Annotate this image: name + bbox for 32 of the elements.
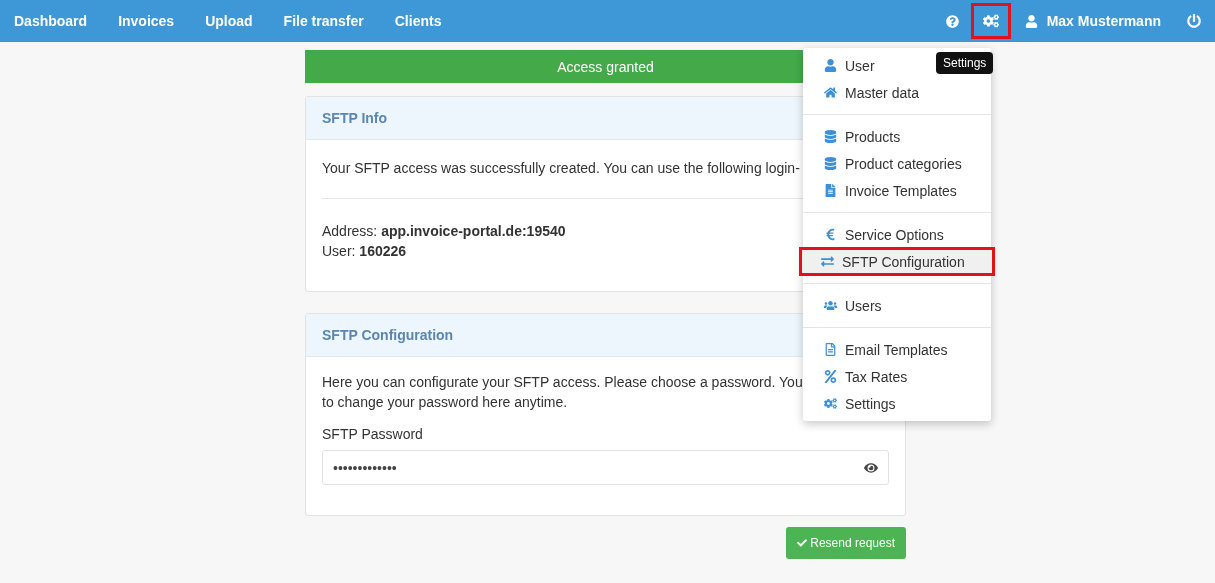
users-icon xyxy=(823,299,837,312)
user-icon xyxy=(1024,14,1038,28)
address-line: Address: app.invoice-portal.de:19540 xyxy=(322,222,566,241)
euro-icon xyxy=(823,228,837,241)
eye-icon[interactable] xyxy=(864,460,878,475)
menu-item[interactable]: Tax Rates xyxy=(803,363,928,390)
home-icon xyxy=(823,86,837,99)
database-icon xyxy=(823,130,837,143)
user-line: User: 160226 xyxy=(322,242,407,261)
gears-icon xyxy=(823,397,837,410)
menu-item[interactable]: SFTP Configuration xyxy=(800,248,994,275)
power-icon[interactable] xyxy=(1187,14,1201,28)
tooltip: Settings xyxy=(936,52,994,74)
menu-item[interactable]: Service Options xyxy=(803,221,964,248)
check-icon xyxy=(797,538,808,548)
document-icon xyxy=(823,343,837,356)
config-text: Here you can configurate your SFTP access. Please choose a password. You to change your password here anytime. xyxy=(322,373,803,412)
field-label: SFTP Password xyxy=(322,426,424,442)
help-icon xyxy=(945,14,959,28)
user-icon xyxy=(823,59,837,72)
gears-icon xyxy=(982,13,999,29)
menu-item[interactable]: User xyxy=(803,52,895,79)
menu-item[interactable]: Invoice Templates xyxy=(803,177,977,204)
document-icon xyxy=(823,184,837,197)
menu-item[interactable]: Product categories xyxy=(803,150,982,177)
settings-button[interactable] xyxy=(970,3,1011,39)
password-field[interactable]: ••••••••••••• xyxy=(322,450,889,485)
percent-icon xyxy=(823,370,837,383)
database-icon xyxy=(823,157,837,170)
menu-item[interactable]: Settings xyxy=(803,390,916,417)
exchange-arrows-icon xyxy=(820,255,834,268)
info-text: Your SFTP access was successfully created. You can use the following login- xyxy=(322,159,800,178)
